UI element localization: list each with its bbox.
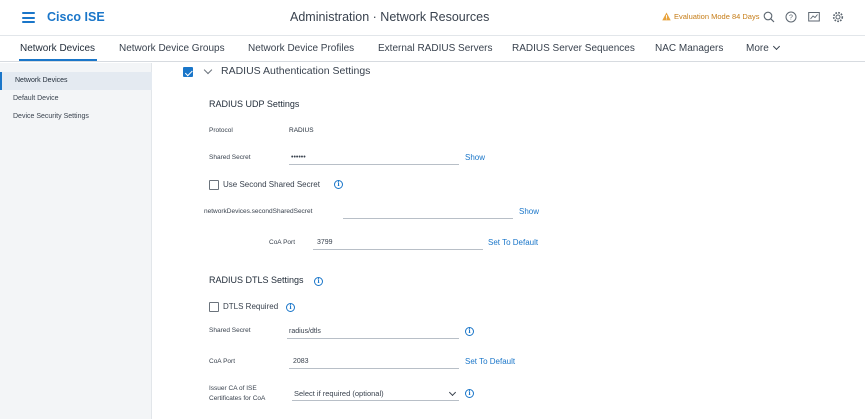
- set-to-default-button[interactable]: Set To Default: [488, 238, 538, 247]
- dtls-secret-info-icon[interactable]: i: [465, 327, 474, 336]
- tab-more[interactable]: More: [746, 42, 780, 54]
- collapse-chevron-icon[interactable]: [203, 65, 213, 75]
- dtls-info-icon[interactable]: i: [314, 277, 323, 286]
- warning-icon: [662, 12, 671, 21]
- sidebar-item-device-security-settings[interactable]: Device Security Settings: [0, 108, 152, 126]
- gear-icon[interactable]: [832, 11, 844, 23]
- sidebar: Network Devices Default Device Device Se…: [0, 63, 152, 419]
- show-second-secret-button[interactable]: Show: [519, 207, 539, 216]
- evaluation-text: Evaluation Mode 84 Days: [674, 12, 760, 21]
- second-secret-label: Use Second Shared Secret: [223, 180, 320, 189]
- tab-network-devices[interactable]: Network Devices: [20, 43, 95, 54]
- second-secret-input[interactable]: [343, 205, 513, 219]
- coa-port-input[interactable]: 3799: [313, 236, 483, 250]
- chevron-down-icon: [772, 42, 780, 51]
- coa-port-label: CoA Port: [269, 239, 296, 246]
- issuer-ca-label-line2: Certificates for CoA: [209, 395, 266, 402]
- second-secret-field-label: networkDevices.secondSharedSecret: [204, 208, 313, 215]
- evaluation-badge[interactable]: Evaluation Mode 84 Days: [662, 12, 759, 21]
- brand-logo[interactable]: Cisco ISE: [47, 10, 105, 24]
- dtls-settings-title: RADIUS DTLS Settings: [209, 275, 304, 285]
- dtls-coa-port-label: CoA Port: [209, 358, 236, 365]
- dtls-shared-secret-input[interactable]: radius/dtls: [287, 325, 459, 339]
- tab-network-device-groups[interactable]: Network Device Groups: [119, 43, 225, 54]
- shared-secret-label: Shared Secret: [209, 154, 251, 161]
- tab-bar: Network Devices Network Device Groups Ne…: [0, 37, 865, 62]
- issuer-info-icon[interactable]: i: [465, 389, 474, 398]
- second-secret-checkbox[interactable]: [209, 180, 219, 190]
- dtls-required-checkbox[interactable]: [209, 302, 219, 312]
- dashboard-icon[interactable]: [808, 11, 820, 23]
- tab-more-label: More: [746, 43, 769, 54]
- issuer-ca-select[interactable]: Select if required (optional): [292, 387, 459, 401]
- issuer-ca-label: Issuer CA of ISE Certificates for CoA: [209, 384, 265, 404]
- tab-external-radius-servers[interactable]: External RADIUS Servers: [378, 43, 492, 54]
- search-icon[interactable]: [763, 11, 775, 23]
- menu-icon[interactable]: [22, 12, 35, 23]
- udp-settings-title: RADIUS UDP Settings: [209, 99, 300, 109]
- protocol-label: Protocol: [209, 127, 233, 134]
- protocol-value: RADIUS: [289, 127, 314, 134]
- page-title: Administration · Network Resources: [290, 10, 490, 24]
- dtls-required-info-icon[interactable]: i: [286, 303, 295, 312]
- active-tab-indicator: [19, 59, 97, 61]
- tab-radius-server-sequences[interactable]: RADIUS Server Sequences: [512, 43, 635, 54]
- svg-text:?: ?: [789, 15, 793, 22]
- show-secret-button[interactable]: Show: [465, 153, 485, 162]
- radius-auth-checkbox[interactable]: [183, 67, 193, 77]
- section-title: RADIUS Authentication Settings: [221, 65, 371, 77]
- tab-network-device-profiles[interactable]: Network Device Profiles: [248, 43, 354, 54]
- sidebar-item-network-devices[interactable]: Network Devices: [0, 72, 152, 90]
- dtls-required-label: DTLS Required: [223, 302, 279, 311]
- info-icon[interactable]: i: [334, 180, 343, 189]
- sidebar-item-default-device[interactable]: Default Device: [0, 90, 152, 108]
- dtls-set-to-default-button[interactable]: Set To Default: [465, 357, 515, 366]
- help-icon[interactable]: ?: [785, 11, 797, 23]
- issuer-ca-label-line1: Issuer CA of ISE: [209, 385, 257, 392]
- dtls-coa-port-input[interactable]: 2083: [289, 355, 459, 369]
- shared-secret-input[interactable]: ••••••: [289, 151, 459, 165]
- top-header: Cisco ISE Administration · Network Resou…: [0, 0, 865, 36]
- tab-nac-managers[interactable]: NAC Managers: [655, 43, 723, 54]
- dtls-shared-secret-label: Shared Secret: [209, 327, 251, 334]
